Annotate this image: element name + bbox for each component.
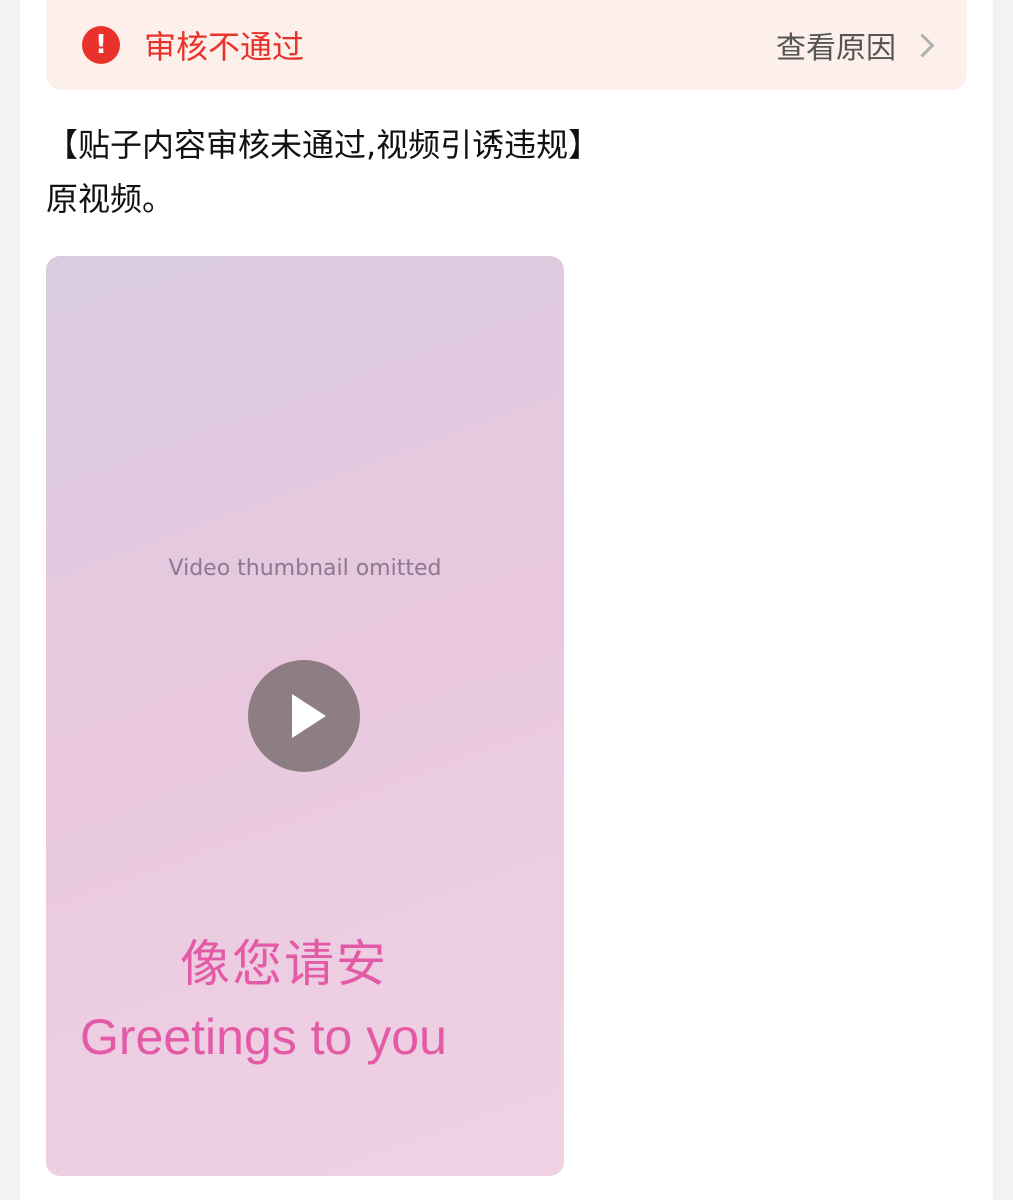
post-body: 【贴子内容审核未通过,视频引诱违规】 原视频。 xyxy=(46,118,946,226)
thumbnail-placeholder-note: Video thumbnail omitted xyxy=(168,556,442,581)
post-text-line: 原视频。 xyxy=(46,180,175,218)
view-reason-button[interactable]: 查看原因 xyxy=(776,23,935,67)
video-thumbnail[interactable]: Video thumbnail omitted 像您请安 Greetings t… xyxy=(46,256,564,1176)
video-caption-english: Greetings to you xyxy=(80,1009,447,1065)
view-reason-label: 查看原因 xyxy=(776,31,896,66)
chevron-right-icon xyxy=(910,32,935,58)
post-card: ! 审核不通过 查看原因 【贴子内容审核未通过,视频引诱违规】 原视频。 Vid… xyxy=(20,0,993,1200)
exclamation-circle-icon: ! xyxy=(82,26,120,64)
video-caption-chinese: 像您请安 xyxy=(180,935,388,993)
review-status-banner: ! 审核不通过 查看原因 xyxy=(46,0,967,90)
play-button[interactable] xyxy=(248,660,360,772)
post-text-line: 【贴子内容审核未通过,视频引诱违规】 xyxy=(46,126,601,164)
play-icon xyxy=(292,694,326,738)
review-status-text: 审核不通过 xyxy=(144,28,305,66)
